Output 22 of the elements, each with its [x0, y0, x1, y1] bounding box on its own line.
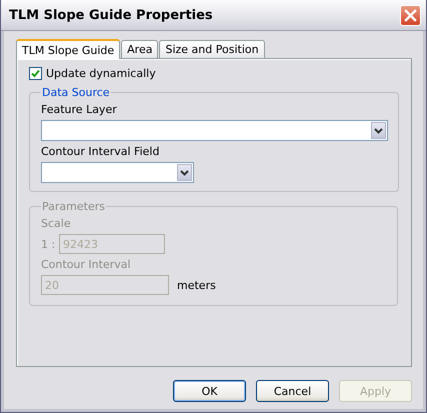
- tab[interactable]: TLM Slope Guide: [16, 39, 120, 59]
- field-label: Contour Interval Field: [41, 145, 160, 158]
- dropdown-button[interactable]: [177, 164, 192, 181]
- close-button[interactable]: [400, 4, 421, 26]
- checkbox-label: Update dynamically: [46, 67, 156, 80]
- close-icon: [404, 8, 417, 22]
- group-title: Data Source: [41, 86, 111, 99]
- scale-prefix: 1 :: [41, 238, 56, 250]
- unit-label: meters: [177, 278, 216, 292]
- field-label: Feature Layer: [41, 103, 118, 116]
- dropdown-button[interactable]: [371, 122, 386, 139]
- field-label: Scale: [41, 217, 72, 230]
- dialog-button[interactable]: OK: [173, 380, 246, 402]
- window-title: TLM Slope Guide Properties: [9, 8, 213, 22]
- checkbox[interactable]: [29, 67, 42, 80]
- field-label: Contour Interval: [41, 258, 132, 271]
- chevron-down-icon: [180, 170, 189, 176]
- tab[interactable]: Area: [121, 40, 158, 58]
- dialog-button[interactable]: Cancel: [256, 380, 329, 402]
- tab[interactable]: Size and Position: [159, 40, 265, 58]
- group-title: Parameters: [41, 200, 106, 213]
- chevron-down-icon: [374, 128, 383, 134]
